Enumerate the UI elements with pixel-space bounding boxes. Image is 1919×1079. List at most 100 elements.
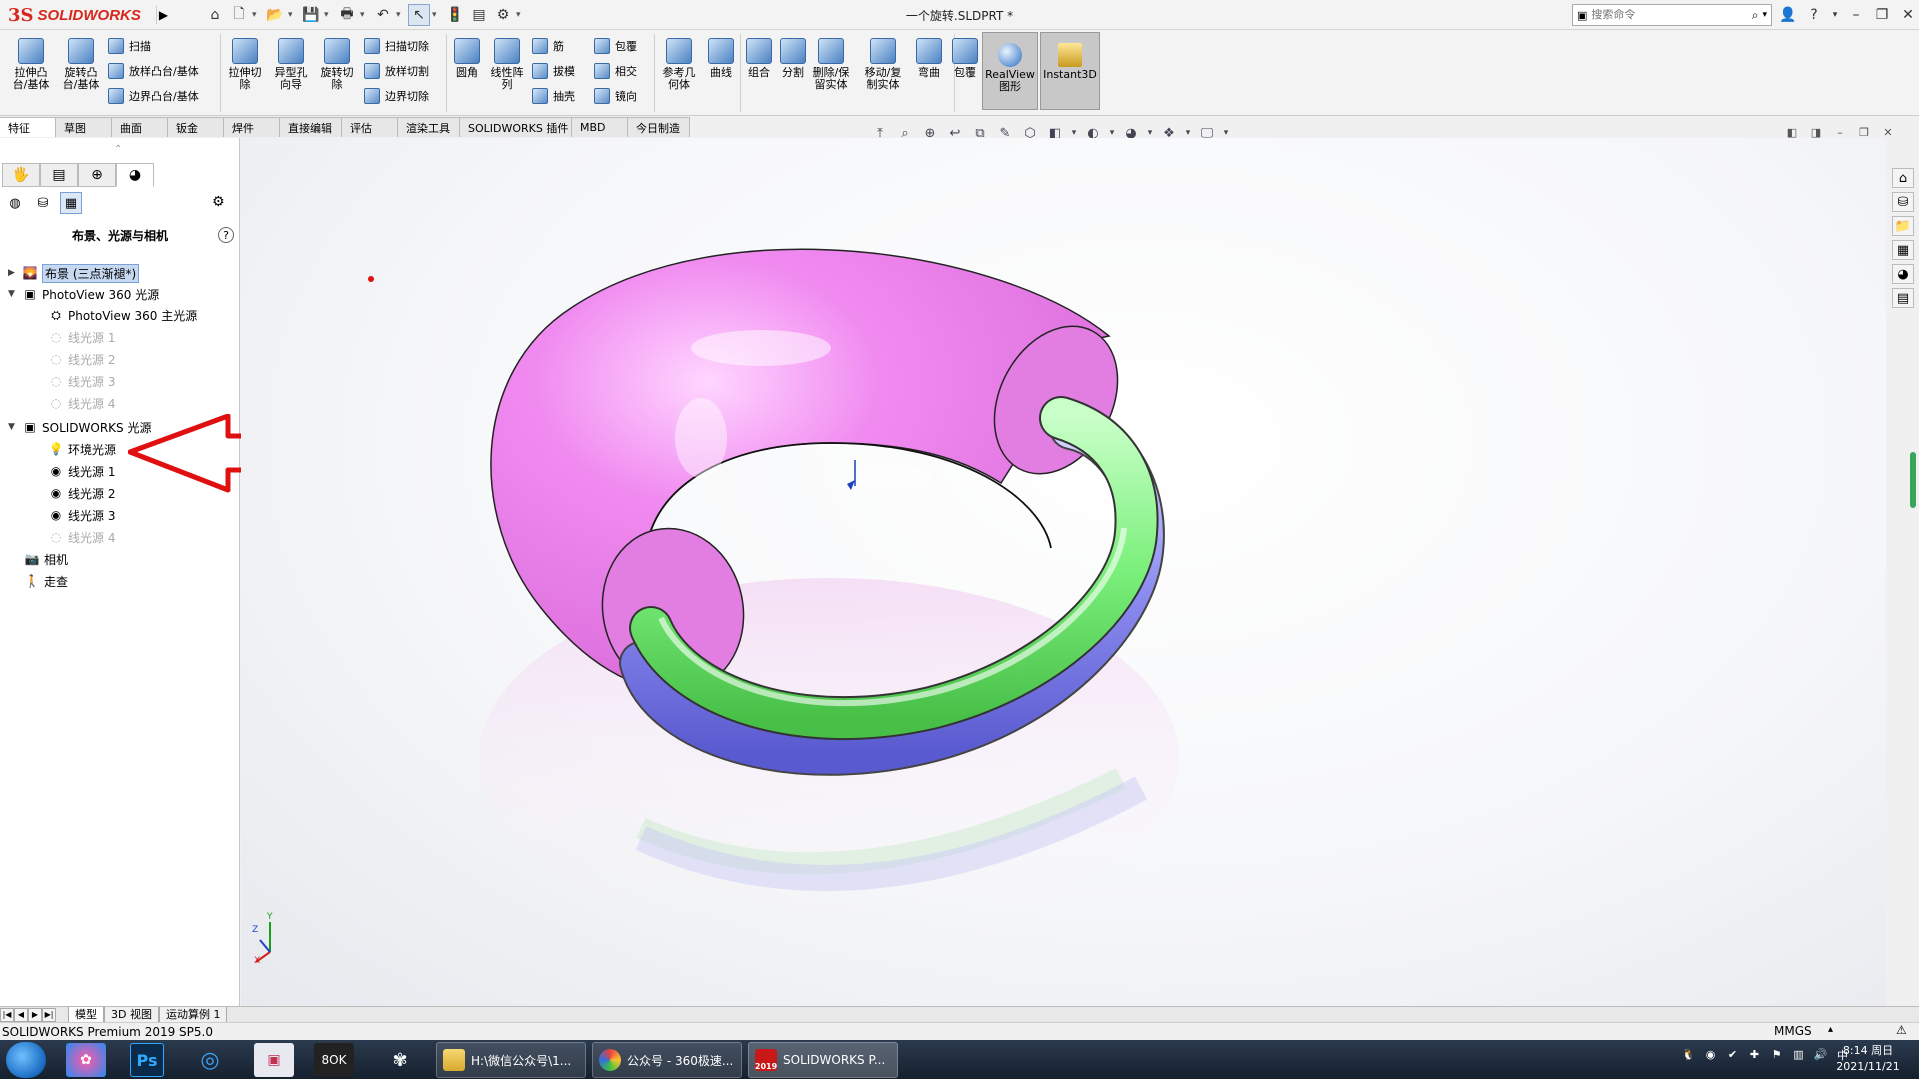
tree-item-ambient-light[interactable]: 💡 环境光源	[48, 440, 117, 458]
volume-icon[interactable]: 🔊	[1812, 1046, 1829, 1063]
photoshop-icon[interactable]: Ps	[130, 1043, 164, 1077]
propertymanager-tab-icon[interactable]: ▤	[40, 163, 78, 187]
tab-surfaces[interactable]: 曲面	[112, 117, 168, 137]
solidworks-logo[interactable]: 3S SOLIDWORKS	[8, 2, 154, 28]
solidworks-resources-icon[interactable]: ⌂	[1892, 168, 1914, 188]
prev-tab-icon[interactable]: ◀	[14, 1007, 28, 1022]
tree-item-scene[interactable]: ▶ 🌄 布景 (三点渐褪*)	[8, 263, 140, 283]
minimize-icon[interactable]: –	[1846, 4, 1866, 26]
save-icon[interactable]: 💾	[300, 4, 322, 26]
custom-properties-icon[interactable]: ▤	[1892, 288, 1914, 308]
viewport-restore-icon[interactable]: ❐	[1856, 124, 1872, 140]
print-dropdown-icon[interactable]: ▾	[360, 4, 370, 26]
tray-app-icon[interactable]: ◉	[1702, 1046, 1719, 1063]
open-dropdown-icon[interactable]: ▾	[288, 4, 298, 26]
unit-system[interactable]: MMGS	[1774, 1024, 1812, 1038]
displaymanager-tab-icon[interactable]: ◕	[116, 163, 154, 187]
loft-boss-button[interactable]: 放样凸台/基体	[108, 61, 199, 81]
tab-direct-editing[interactable]: 直接编辑	[280, 117, 342, 137]
undo-icon[interactable]: ↶	[372, 4, 394, 26]
menu-expand-arrow-icon[interactable]: ▶	[156, 6, 170, 24]
tree-item-walkthrough[interactable]: 🚶 走查	[24, 572, 69, 590]
hole-wizard-button[interactable]: 异型孔 向导	[268, 32, 314, 112]
extrude-boss-button[interactable]: 拉伸凸 台/基体	[8, 32, 54, 112]
search-mode-icon[interactable]: ▣	[1577, 9, 1587, 22]
tree-item-pv-line-light-4[interactable]: ◌ 线光源 4	[48, 394, 116, 412]
wrap-button[interactable]: 包覆	[594, 36, 637, 56]
tree-item-sw-line-light-2[interactable]: ◉ 线光源 2	[48, 484, 116, 502]
new-file-icon[interactable]: 🗋	[228, 4, 250, 26]
rib-button[interactable]: 筋	[532, 36, 575, 56]
appearances-icon[interactable]: ◍	[4, 192, 26, 214]
tab-mbd[interactable]: MBD	[572, 117, 628, 137]
open-file-icon[interactable]: 📂	[264, 4, 286, 26]
tray-flag-icon[interactable]: ⚑	[1768, 1046, 1785, 1063]
extrude-cut-button[interactable]: 拉伸切 除	[222, 32, 268, 112]
options-gear-icon[interactable]: ⚙	[492, 4, 514, 26]
panel-resize-grip-icon[interactable]: ⌃	[114, 144, 122, 155]
search-commands-box[interactable]: ▣ ⌕ ▾	[1572, 4, 1772, 26]
new-dropdown-icon[interactable]: ▾	[252, 4, 262, 26]
tree-item-pv-line-light-1[interactable]: ◌ 线光源 1	[48, 328, 116, 346]
windows-start-icon[interactable]	[6, 1042, 46, 1078]
instant3d-button[interactable]: Instant3D	[1040, 32, 1100, 110]
next-tab-icon[interactable]: ▶	[28, 1007, 42, 1022]
search-icon[interactable]: ⌕	[1752, 8, 1759, 23]
intersect-button[interactable]: 相交	[594, 61, 637, 81]
home-icon[interactable]: ⌂	[204, 4, 226, 26]
reference-geometry-button[interactable]: 参考几 何体	[656, 32, 702, 112]
tab-weldments[interactable]: 焊件	[224, 117, 280, 137]
system-clock[interactable]: 8:14 周日 2021/11/21	[1828, 1043, 1908, 1075]
shell-button[interactable]: 抽壳	[532, 86, 575, 106]
first-tab-icon[interactable]: |◀	[0, 1007, 14, 1022]
app-ok-icon[interactable]: 8OK	[314, 1043, 354, 1077]
close-icon[interactable]: ✕	[1898, 4, 1918, 26]
undo-dropdown-icon[interactable]: ▾	[396, 4, 406, 26]
draft-button[interactable]: 拔模	[532, 61, 575, 81]
taskbar-window-solidworks[interactable]: 2019 SOLIDWORKS P...	[748, 1042, 898, 1078]
app-flower-icon[interactable]: ✿	[66, 1043, 106, 1077]
scroll-indicator[interactable]	[1910, 452, 1916, 508]
tree-item-photoview-main-light[interactable]: ⛭ PhotoView 360 主光源	[48, 306, 197, 324]
select-pointer-icon[interactable]: ↖	[408, 4, 430, 26]
file-properties-icon[interactable]: ▤	[468, 4, 490, 26]
view-palette-icon[interactable]: ▦	[1892, 240, 1914, 260]
tab-render-tools[interactable]: 渲染工具	[398, 117, 460, 137]
appearances-scenes-icon[interactable]: ◕	[1892, 264, 1914, 284]
design-library-icon[interactable]: ⛁	[1892, 192, 1914, 212]
restore-icon[interactable]: ❐	[1872, 4, 1892, 26]
boundary-boss-button[interactable]: 边界凸台/基体	[108, 86, 199, 106]
collapse-arrow-icon[interactable]: ▼	[8, 289, 18, 299]
options-dropdown-icon[interactable]: ▾	[516, 4, 526, 26]
tab-features[interactable]: 特征	[0, 117, 56, 137]
help-icon[interactable]: ?	[1804, 4, 1824, 26]
tab-manufacturing[interactable]: 今日制造	[628, 117, 690, 137]
taskbar-window-folder[interactable]: H:\微信公众号\1...	[436, 1042, 586, 1078]
app-pinwheel-icon[interactable]: ✾	[380, 1043, 420, 1077]
panel-help-icon[interactable]: ?	[218, 227, 234, 243]
tab-motion-study-1[interactable]: 运动算例 1	[158, 1006, 228, 1023]
viewport-minimize-icon[interactable]: –	[1832, 124, 1848, 140]
tray-plus-icon[interactable]: ✚	[1746, 1046, 1763, 1063]
delete-keep-body-button[interactable]: 删除/保 留实体	[808, 32, 854, 112]
tree-item-sw-line-light-4[interactable]: ◌ 线光源 4	[48, 528, 116, 546]
tree-item-sw-line-light-1[interactable]: ◉ 线光源 1	[48, 462, 116, 480]
network-icon[interactable]: ▥	[1790, 1046, 1807, 1063]
tile-right-icon[interactable]: ◨	[1808, 124, 1824, 140]
revolve-cut-button[interactable]: 旋转切 除	[314, 32, 360, 112]
linear-pattern-button[interactable]: 线性阵 列	[484, 32, 530, 112]
select-dropdown-icon[interactable]: ▾	[432, 4, 442, 26]
unit-system-dropdown-icon[interactable]: ▴	[1828, 1024, 1833, 1035]
featuremanager-tab-icon[interactable]: 🖐	[2, 163, 40, 187]
configurationmanager-tab-icon[interactable]: ⊕	[78, 163, 116, 187]
tab-sheet-metal[interactable]: 钣金	[168, 117, 224, 137]
tab-solidworks-addins[interactable]: SOLIDWORKS 插件	[460, 117, 572, 137]
tree-item-camera[interactable]: 📷 相机	[24, 550, 69, 568]
scene-lights-cameras-icon[interactable]: ▦	[60, 192, 82, 214]
revolve-boss-button[interactable]: 旋转凸 台/基体	[58, 32, 104, 112]
last-tab-icon[interactable]: ▶|	[42, 1007, 56, 1022]
print-icon[interactable]: 🖶	[336, 4, 358, 26]
realview-button[interactable]: RealView 图形	[982, 32, 1038, 110]
viewport-close-icon[interactable]: ✕	[1880, 124, 1896, 140]
status-bar-options-icon[interactable]: ⚠	[1896, 1023, 1907, 1037]
